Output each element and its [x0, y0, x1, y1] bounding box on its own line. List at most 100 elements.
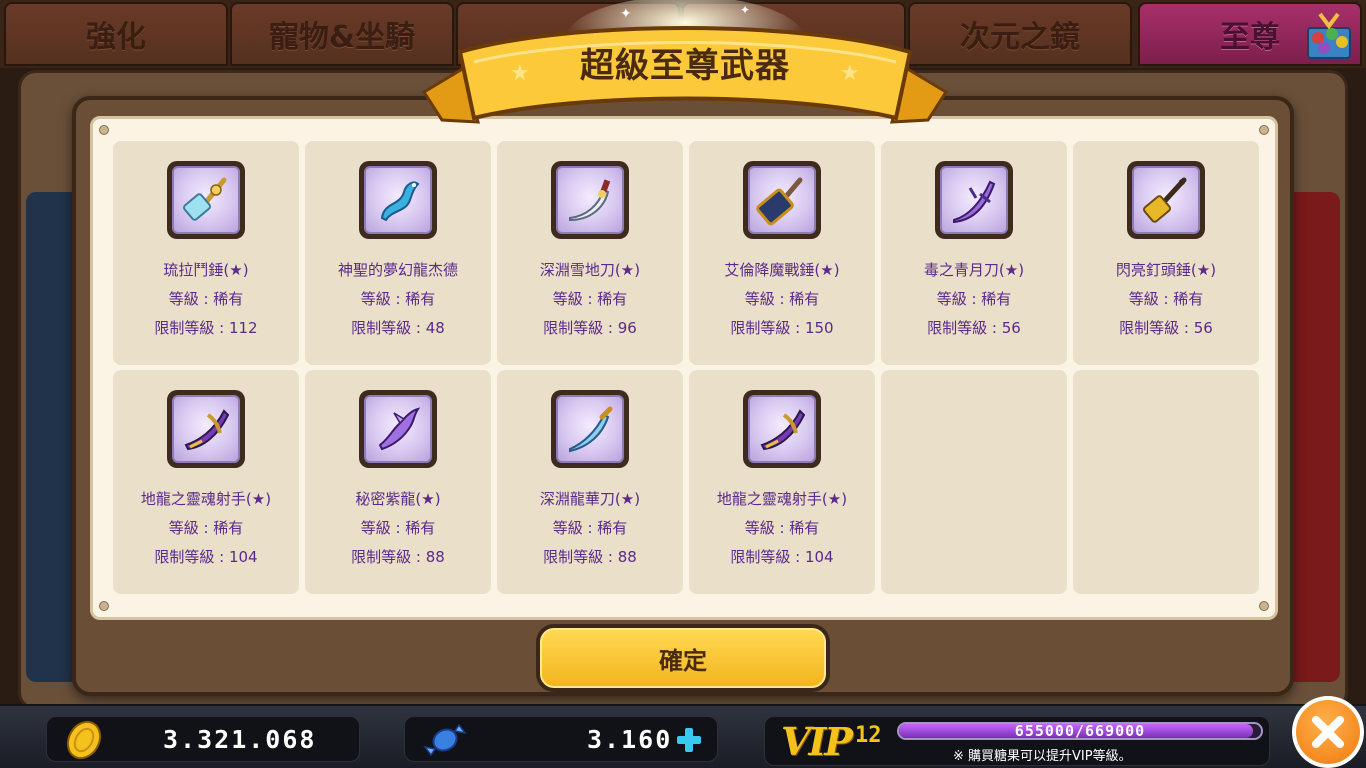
gold-amount: 3.321.068: [163, 725, 317, 754]
item-icon-frame: [551, 390, 629, 468]
item-icon-frame: [167, 390, 245, 468]
item-grade: 等級 : 稀有: [1128, 290, 1204, 308]
item-icon-bg: [748, 395, 816, 463]
item-name: 地龍之靈魂射手(★): [716, 490, 848, 508]
item-name: 地龍之靈魂射手(★): [140, 490, 272, 508]
crossbow-icon: [184, 409, 230, 451]
item-name: 艾倫降魔戰錘(★): [724, 261, 840, 279]
item-card[interactable]: 毒之青月刀(★) 等級 : 稀有 限制等級 : 56: [881, 141, 1067, 365]
item-grade: 等級 : 稀有: [744, 519, 820, 537]
item-card[interactable]: 艾倫降魔戰錘(★) 等級 : 稀有 限制等級 : 150: [689, 141, 875, 365]
item-icon-bg: [364, 166, 432, 234]
item-icon-frame: [935, 161, 1013, 239]
item-level-req: 限制等級 : 88: [543, 548, 637, 566]
purple-dragon-icon: [378, 407, 421, 451]
item-icon-bg: [556, 395, 624, 463]
candy-display: 3.160: [404, 716, 718, 762]
vip-logo: VIP: [781, 719, 853, 764]
bottom-status-bar: 3.321.068 3.160 VIP 12 655000/669000 ※ 購…: [0, 704, 1366, 768]
item-icon-frame: [743, 161, 821, 239]
vip-display: VIP 12 655000/669000 ※ 購買糖果可以提升VIP等級。: [764, 716, 1270, 766]
item-level-req: 限制等級 : 56: [1119, 319, 1213, 337]
gold-coin-icon: [66, 720, 102, 760]
dragon-blade-icon: [569, 406, 613, 453]
crossbow-icon: [760, 409, 806, 451]
item-grade: 等級 : 稀有: [360, 519, 436, 537]
item-name: 秘密紫龍(★): [355, 490, 441, 508]
item-card[interactable]: 閃亮釘頭錘(★) 等級 : 稀有 限制等級 : 56: [1073, 141, 1259, 365]
hammer-icon: [183, 177, 227, 221]
item-level-req: 限制等級 : 112: [154, 319, 258, 337]
item-grade: 等級 : 稀有: [744, 290, 820, 308]
item-name: 琉拉鬥錘(★): [163, 261, 249, 279]
war-hammer-icon: [756, 177, 803, 226]
add-candy-icon[interactable]: [675, 726, 703, 754]
item-card[interactable]: 琉拉鬥錘(★) 等級 : 稀有 限制等級 : 112: [113, 141, 299, 365]
tab-enhance[interactable]: 強化: [4, 2, 228, 66]
item-grade: 等級 : 稀有: [360, 290, 436, 308]
item-card[interactable]: 地龍之靈魂射手(★) 等級 : 稀有 限制等級 : 104: [113, 370, 299, 594]
item-icon-frame: [1127, 161, 1205, 239]
close-button-face: [1296, 700, 1360, 764]
item-icon-bg: [556, 166, 624, 234]
item-icon-bg: [364, 395, 432, 463]
candy-icon: [423, 723, 467, 757]
item-card[interactable]: 秘密紫龍(★) 等級 : 稀有 限制等級 : 88: [305, 370, 491, 594]
item-card[interactable]: 地龍之靈魂射手(★) 等級 : 稀有 限制等級 : 104: [689, 370, 875, 594]
rivet: [1259, 125, 1269, 135]
item-name: 毒之青月刀(★): [923, 261, 1025, 279]
item-level-req: 限制等級 : 150: [730, 319, 834, 337]
rivet: [99, 125, 109, 135]
vip-progress-text: 655000/669000: [1014, 722, 1146, 740]
empty-slot: [881, 370, 1067, 594]
close-icon: [1312, 716, 1344, 748]
item-level-req: 限制等級 : 96: [543, 319, 637, 337]
mace-icon: [1143, 177, 1187, 223]
item-grade: 等級 : 稀有: [936, 290, 1012, 308]
gold-display: 3.321.068: [46, 716, 360, 762]
item-name: 深淵雪地刀(★): [539, 261, 641, 279]
item-icon-frame: [167, 161, 245, 239]
rivet: [99, 601, 109, 611]
empty-slot: [1073, 370, 1259, 594]
blue-dragon-icon: [380, 181, 420, 222]
item-icon-frame: [743, 390, 821, 468]
item-grade: 等級 : 稀有: [552, 290, 628, 308]
item-icon-bg: [1132, 166, 1200, 234]
item-card[interactable]: 深淵龍華刀(★) 等級 : 稀有 限制等級 : 88: [497, 370, 683, 594]
item-level-req: 限制等級 : 48: [351, 319, 445, 337]
vip-note: ※ 購買糖果可以提升VIP等級。: [953, 749, 1132, 764]
item-list-panel: 琉拉鬥錘(★) 等級 : 稀有 限制等級 : 112 神聖的夢幻龍杰德 等級 :…: [90, 116, 1278, 620]
item-icon-bg: [940, 166, 1008, 234]
vip-level: 12: [855, 723, 882, 748]
item-icon-frame: [551, 161, 629, 239]
svg-text:✦: ✦: [740, 3, 750, 17]
item-icon-bg: [172, 166, 240, 234]
item-level-req: 限制等級 : 56: [927, 319, 1021, 337]
item-grade: 等級 : 稀有: [168, 290, 244, 308]
item-icon-frame: [359, 161, 437, 239]
item-card[interactable]: 神聖的夢幻龍杰德 等級 : 稀有 限制等級 : 48: [305, 141, 491, 365]
moon-blade-icon: [953, 180, 996, 224]
candy-amount: 3.160: [587, 725, 673, 754]
gift-box-icon: [1307, 12, 1351, 59]
blade-icon: [569, 179, 611, 222]
item-grid: 琉拉鬥錘(★) 等級 : 稀有 限制等級 : 112 神聖的夢幻龍杰德 等級 :…: [113, 141, 1259, 594]
item-level-req: 限制等級 : 104: [730, 548, 834, 566]
close-button[interactable]: [1292, 696, 1364, 768]
confirm-button[interactable]: 確定: [536, 624, 830, 692]
item-name: 神聖的夢幻龍杰德: [337, 261, 458, 279]
item-level-req: 限制等級 : 104: [154, 548, 258, 566]
item-grade: 等級 : 稀有: [168, 519, 244, 537]
item-icon-frame: [359, 390, 437, 468]
confirm-button-label: 確定: [540, 628, 826, 688]
item-icon-bg: [172, 395, 240, 463]
item-name: 深淵龍華刀(★): [539, 490, 641, 508]
svg-text:✦: ✦: [620, 6, 632, 22]
item-level-req: 限制等級 : 88: [351, 548, 445, 566]
title-banner: ★ ★ ✦ ✦ 超級至尊武器: [420, 0, 950, 150]
item-card[interactable]: 深淵雪地刀(★) 等級 : 稀有 限制等級 : 96: [497, 141, 683, 365]
reward-dialog: 琉拉鬥錘(★) 等級 : 稀有 限制等級 : 112 神聖的夢幻龍杰德 等級 :…: [72, 96, 1294, 696]
item-grade: 等級 : 稀有: [552, 519, 628, 537]
rivet: [1259, 601, 1269, 611]
